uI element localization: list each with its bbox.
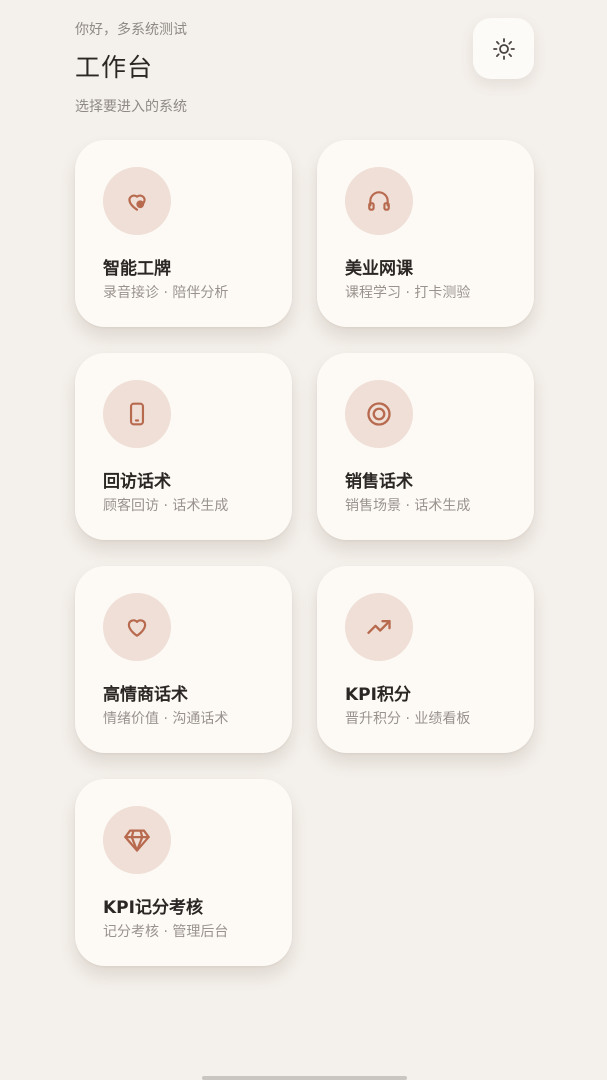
card-title: 智能工牌 [103, 259, 171, 279]
card-subtitle: 销售场景 · 话术生成 [345, 498, 471, 514]
system-card-follow-up-script[interactable]: 回访话术 顾客回访 · 话术生成 [75, 353, 292, 540]
card-title: 高情商话术 [103, 685, 188, 705]
trending-up-icon [367, 620, 391, 634]
headphones-icon [368, 191, 390, 211]
card-subtitle: 顾客回访 · 话术生成 [103, 498, 229, 514]
heart-icon [127, 619, 147, 637]
card-subtitle: 情绪价值 · 沟通话术 [103, 711, 229, 727]
page-subtitle: 选择要进入的系统 [75, 99, 187, 115]
system-card-smart-badge[interactable]: 智能工牌 录音接诊 · 陪伴分析 [75, 140, 292, 327]
system-card-kpi-assessment[interactable]: KPI记分考核 记分考核 · 管理后台 [75, 779, 292, 966]
card-icon-container [103, 806, 171, 874]
card-icon-container [103, 167, 171, 235]
sun-icon [492, 37, 515, 60]
card-icon-container [345, 380, 413, 448]
system-card-eq-script[interactable]: 高情商话术 情绪价值 · 沟通话术 [75, 566, 292, 753]
card-icon-container [345, 167, 413, 235]
card-title: 销售话术 [345, 472, 413, 492]
target-icon [367, 402, 391, 426]
card-icon-container [103, 593, 171, 661]
card-icon-container [103, 380, 171, 448]
system-card-sales-script[interactable]: 销售话术 销售场景 · 话术生成 [317, 353, 534, 540]
header: 你好，多系统测试 工作台 选择要进入的系统 [75, 18, 534, 115]
card-icon-container [345, 593, 413, 661]
card-title: KPI积分 [345, 685, 411, 705]
greeting-text: 你好，多系统测试 [75, 22, 187, 38]
system-card-beauty-course[interactable]: 美业网课 课程学习 · 打卡测验 [317, 140, 534, 327]
card-subtitle: 晋升积分 · 业绩看板 [345, 711, 471, 727]
card-subtitle: 记分考核 · 管理后台 [103, 924, 229, 940]
phone-icon [129, 402, 145, 426]
card-subtitle: 录音接诊 · 陪伴分析 [103, 285, 229, 301]
theme-toggle-button[interactable] [473, 18, 534, 79]
home-indicator[interactable] [202, 1076, 407, 1080]
system-card-kpi-points[interactable]: KPI积分 晋升积分 · 业绩看板 [317, 566, 534, 753]
card-subtitle: 课程学习 · 打卡测验 [345, 285, 471, 301]
card-title: KPI记分考核 [103, 898, 203, 918]
badge-pin-icon [128, 194, 146, 211]
diamond-icon [124, 829, 150, 852]
card-title: 回访话术 [103, 472, 171, 492]
page-title: 工作台 [75, 53, 154, 82]
card-title: 美业网课 [345, 259, 413, 279]
